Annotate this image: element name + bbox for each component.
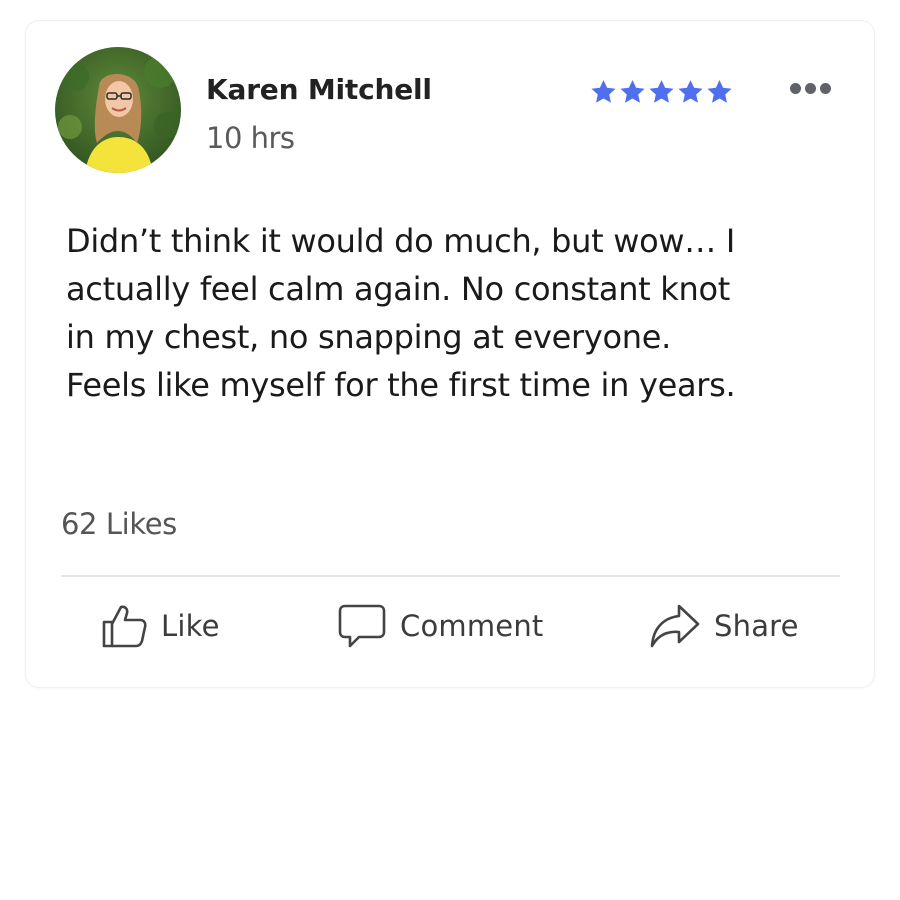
dot-icon <box>820 83 831 94</box>
profile-photo-icon <box>55 47 181 173</box>
star-rating <box>589 78 734 106</box>
post-text-line: Feels like myself for the first time in … <box>66 366 736 404</box>
divider <box>61 575 840 577</box>
star-icon <box>649 80 674 103</box>
dot-icon <box>805 83 816 94</box>
post-text-line: Didn’t think it would do much, but wow… … <box>66 222 736 260</box>
likes-count[interactable]: 62 Likes <box>61 507 177 541</box>
comment-button-label: Comment <box>400 609 544 643</box>
star-icon <box>707 80 732 103</box>
like-button-label: Like <box>161 609 220 643</box>
more-options-icon[interactable] <box>790 83 831 94</box>
post-card: Karen Mitchell 10 hrs Didn’t think it wo… <box>25 20 875 688</box>
dot-icon <box>790 83 801 94</box>
share-button[interactable]: Share <box>649 599 799 653</box>
avatar[interactable] <box>55 47 181 173</box>
post-timestamp[interactable]: 10 hrs <box>206 121 295 155</box>
share-arrow-icon <box>650 604 700 648</box>
star-icon <box>620 80 645 103</box>
post-text-line: in my chest, no snapping at everyone. <box>66 318 671 356</box>
share-button-label: Share <box>714 609 799 643</box>
thumbs-up-icon <box>102 605 147 648</box>
comment-button[interactable]: Comment <box>337 599 543 653</box>
star-icon <box>678 80 703 103</box>
post-text: Didn’t think it would do much, but wow… … <box>66 217 856 409</box>
author-name[interactable]: Karen Mitchell <box>206 73 432 106</box>
like-button[interactable]: Like <box>100 599 220 653</box>
speech-bubble-icon <box>338 604 386 648</box>
star-icon <box>591 80 616 103</box>
post-text-line: actually feel calm again. No constant kn… <box>66 270 731 308</box>
